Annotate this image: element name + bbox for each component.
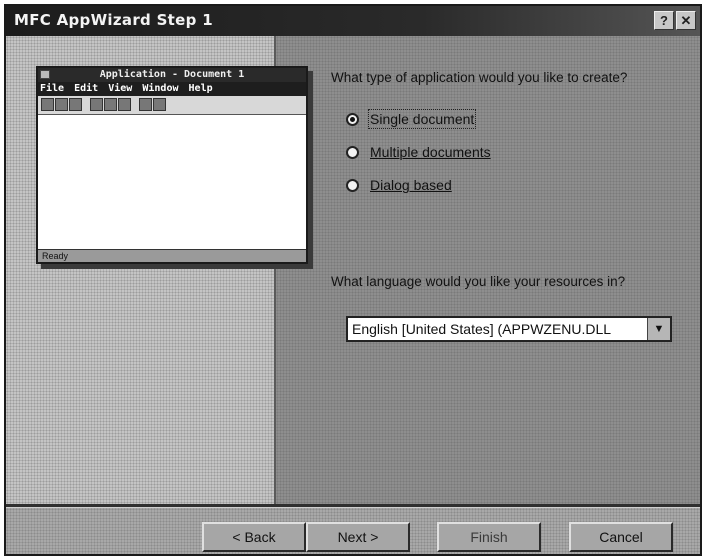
help-button[interactable]: ? — [654, 11, 674, 30]
dropdown-arrow-icon[interactable]: ▼ — [647, 318, 670, 340]
radio-label[interactable]: Single document — [367, 109, 477, 129]
appwizard-dialog: MFC AppWizard Step 1 ? ✕ Application - D… — [4, 4, 702, 556]
application-preview-image: Application - Document 1 File Edit View … — [36, 66, 308, 264]
options-panel — [276, 36, 700, 504]
toolbar-button-icon — [104, 98, 117, 111]
toolbar-button-icon — [69, 98, 82, 111]
radio-unselected-icon[interactable] — [346, 146, 359, 159]
preview-title: Application - Document 1 — [99, 69, 245, 80]
preview-menu-item: Window — [142, 83, 179, 94]
toolbar-button-icon — [41, 98, 54, 111]
preview-menu-item: File — [40, 83, 65, 94]
preview-menu-item: Help — [188, 83, 213, 94]
preview-status-bar: Ready — [38, 249, 306, 262]
preview-title-bar: Application - Document 1 — [38, 68, 306, 82]
preview-document-area — [38, 115, 306, 250]
toolbar-button-icon — [139, 98, 152, 111]
preview-menu-item: Edit — [74, 83, 99, 94]
radio-label[interactable]: Multiple documents — [370, 144, 491, 160]
language-dropdown[interactable]: English [United States] (APPWZENU.DLL ▼ — [346, 316, 672, 342]
toolbar-button-icon — [118, 98, 131, 111]
toolbar-button-icon — [153, 98, 166, 111]
preview-menu-item: View — [108, 83, 133, 94]
radio-label[interactable]: Dialog based — [370, 177, 452, 193]
close-button[interactable]: ✕ — [676, 11, 696, 30]
language-selected-value[interactable]: English [United States] (APPWZENU.DLL — [352, 321, 642, 337]
back-button[interactable]: < Back — [202, 522, 306, 552]
cancel-button[interactable]: Cancel — [569, 522, 673, 552]
toolbar-button-icon — [55, 98, 68, 111]
language-question: What language would you like your resour… — [331, 274, 626, 289]
radio-selected-icon[interactable] — [346, 113, 359, 126]
app-type-question: What type of application would you like … — [331, 70, 628, 85]
window-title: MFC AppWizard Step 1 — [14, 11, 213, 29]
toolbar-button-icon — [90, 98, 103, 111]
next-button[interactable]: Next > — [306, 522, 410, 552]
preview-menu-bar: File Edit View Window Help — [38, 82, 306, 96]
preview-system-menu-icon — [40, 70, 50, 79]
finish-button[interactable]: Finish — [437, 522, 541, 552]
preview-toolbar — [38, 96, 306, 115]
radio-unselected-icon[interactable] — [346, 179, 359, 192]
title-bar[interactable]: MFC AppWizard Step 1 ? ✕ — [6, 6, 700, 36]
